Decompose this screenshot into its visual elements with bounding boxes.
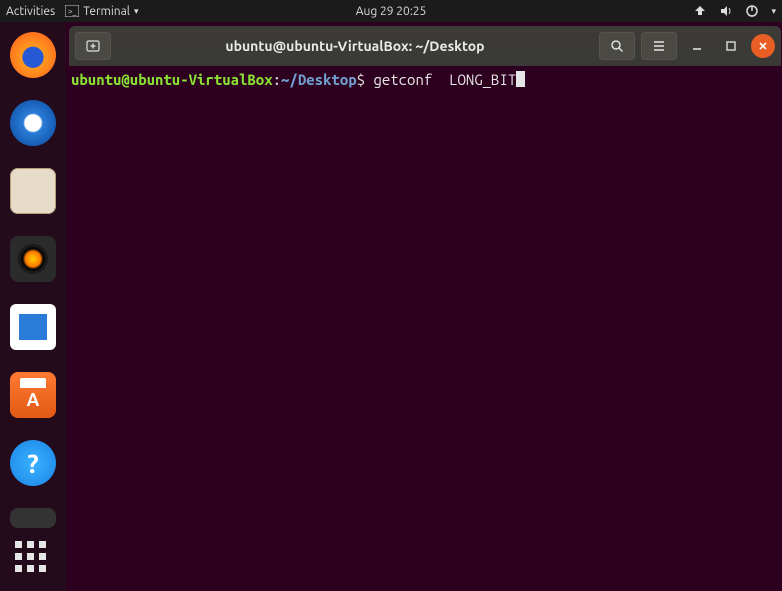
app-menu-label: Terminal bbox=[83, 5, 130, 18]
activities-button[interactable]: Activities bbox=[6, 5, 55, 18]
search-icon bbox=[609, 38, 625, 54]
dock-icon-files[interactable] bbox=[10, 168, 56, 214]
terminal-app-icon: >_ bbox=[65, 4, 79, 18]
svg-text:>_: >_ bbox=[68, 7, 77, 16]
terminal-window: ubuntu@ubuntu-VirtualBox: ~/Desktop bbox=[69, 26, 781, 591]
prompt-dollar: $ bbox=[357, 71, 374, 88]
topbar-app-menu[interactable]: >_ Terminal ▾ bbox=[65, 4, 138, 18]
dock-icon-rhythmbox[interactable] bbox=[10, 236, 56, 282]
dock-icon-ubuntu-software[interactable] bbox=[10, 372, 56, 418]
network-icon bbox=[693, 4, 707, 18]
minimize-icon bbox=[690, 39, 704, 53]
show-applications-button[interactable] bbox=[15, 541, 51, 577]
new-tab-button[interactable] bbox=[75, 32, 111, 60]
hamburger-icon bbox=[651, 38, 667, 54]
dock-icon-thunderbird[interactable] bbox=[10, 100, 56, 146]
power-icon bbox=[745, 4, 759, 18]
dock-icon-partial[interactable] bbox=[10, 508, 56, 528]
minimize-button[interactable] bbox=[683, 33, 711, 59]
window-title: ubuntu@ubuntu-VirtualBox: ~/Desktop bbox=[117, 38, 593, 54]
volume-icon bbox=[719, 4, 733, 18]
search-button[interactable] bbox=[599, 32, 635, 60]
terminal-cursor bbox=[516, 71, 525, 87]
maximize-icon bbox=[724, 39, 738, 53]
prompt-user: ubuntu@ubuntu-VirtualBox bbox=[71, 71, 273, 88]
gnome-topbar: Activities >_ Terminal ▾ Aug 29 20:25 ▾ bbox=[0, 0, 782, 22]
new-tab-icon bbox=[85, 38, 101, 54]
workspace: ubuntu@ubuntu-VirtualBox: ~/Desktop bbox=[66, 22, 782, 591]
topbar-status[interactable]: ▾ bbox=[693, 4, 776, 18]
close-icon bbox=[757, 40, 769, 52]
ubuntu-dock: ? bbox=[0, 22, 66, 591]
dock-icon-help[interactable]: ? bbox=[10, 440, 56, 486]
dock-icon-libreoffice-writer[interactable] bbox=[10, 304, 56, 350]
chevron-down-icon: ▾ bbox=[771, 6, 776, 17]
maximize-button[interactable] bbox=[717, 33, 745, 59]
prompt-path: ~/Desktop bbox=[281, 71, 357, 88]
prompt-separator: : bbox=[273, 71, 281, 88]
terminal-command: getconf LONG_BIT bbox=[373, 71, 516, 88]
close-button[interactable] bbox=[751, 34, 775, 58]
topbar-left: Activities >_ Terminal ▾ bbox=[6, 4, 138, 18]
topbar-clock[interactable]: Aug 29 20:25 bbox=[356, 5, 427, 18]
dock-icon-firefox[interactable] bbox=[10, 32, 56, 78]
hamburger-menu-button[interactable] bbox=[641, 32, 677, 60]
window-titlebar: ubuntu@ubuntu-VirtualBox: ~/Desktop bbox=[69, 26, 781, 66]
terminal-body[interactable]: ubuntu@ubuntu-VirtualBox:~/Desktop$ getc… bbox=[69, 66, 781, 591]
chevron-down-icon: ▾ bbox=[134, 6, 139, 17]
